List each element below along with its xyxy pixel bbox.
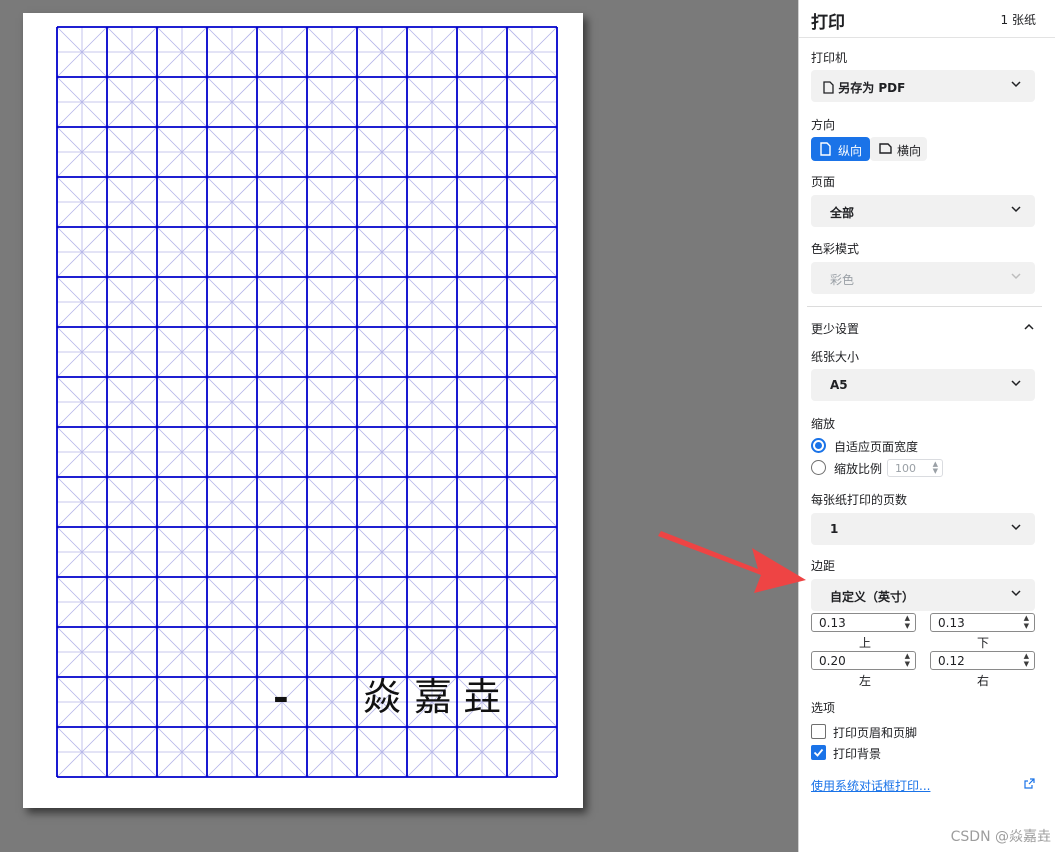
paper-text-char-1: 焱 [363, 675, 402, 719]
options-label: 选项 [811, 701, 836, 715]
fit-width-radio[interactable] [811, 438, 826, 453]
document-icon [823, 81, 834, 94]
scale-label: 缩放 [811, 417, 836, 431]
pages-per-sheet-value: 1 [830, 522, 839, 536]
portrait-label: 纵向 [838, 144, 863, 158]
paper-size-label: 纸张大小 [811, 350, 860, 364]
print-preview-area: - 焱 嘉 垚 [0, 0, 798, 852]
margin-bottom-input[interactable]: 0.13 ▲ ▼ [930, 613, 1035, 632]
margin-left-value: 0.20 [819, 654, 846, 668]
portrait-page-icon [820, 142, 831, 156]
pages-label: 页面 [811, 175, 836, 189]
pages-select[interactable]: 全部 [811, 195, 1035, 227]
chevron-down-icon [1011, 590, 1021, 597]
header-divider [799, 37, 1055, 38]
landscape-label: 横向 [897, 144, 922, 158]
background-checkbox[interactable] [811, 745, 826, 760]
paper-text-dash: - [273, 674, 289, 719]
sheet-count: 1 张纸 [1000, 13, 1036, 27]
printer-value: 另存为 PDF [838, 81, 906, 95]
orientation-landscape-button[interactable]: 横向 [870, 137, 927, 161]
custom-scale-label: 缩放比例 [834, 462, 883, 476]
margins-value: 自定义（英寸） [830, 590, 915, 604]
printer-select[interactable]: 另存为 PDF [811, 70, 1035, 102]
paper-size-select[interactable]: A5 [811, 369, 1035, 401]
margin-top-value: 0.13 [819, 616, 846, 630]
paper-preview: - 焱 嘉 垚 [23, 13, 583, 808]
paper-size-value: A5 [830, 378, 848, 392]
checkmark-icon [813, 748, 824, 757]
spinner-arrows-icon: ▲ ▼ [904, 652, 910, 668]
margin-right-value: 0.12 [938, 654, 965, 668]
color-mode-label: 色彩模式 [811, 242, 860, 256]
open-external-icon[interactable] [1024, 778, 1035, 789]
print-title: 打印 [811, 13, 845, 33]
headers-footers-checkbox[interactable] [811, 724, 826, 739]
rice-grid [56, 26, 558, 778]
fit-width-label: 自适应页面宽度 [834, 440, 919, 454]
chevron-down-icon [1011, 524, 1021, 531]
margin-left-input[interactable]: 0.20 ▲ ▼ [811, 651, 916, 670]
csdn-watermark: CSDN @焱嘉垚 [950, 829, 1051, 845]
color-mode-value: 彩色 [830, 273, 855, 287]
print-settings-sidebar: 打印 1 张纸 打印机 另存为 PDF 方向 纵向 横向 页面 全部 色彩模式 … [798, 0, 1055, 852]
system-dialog-link[interactable]: 使用系统对话框打印... [811, 777, 930, 794]
chevron-down-icon [1011, 81, 1021, 88]
paper-text-char-3: 垚 [463, 675, 502, 719]
spinner-arrows-icon: ▲ ▼ [1023, 652, 1029, 668]
margin-top-label: 上 [859, 636, 872, 650]
headers-footers-label: 打印页眉和页脚 [833, 726, 918, 740]
margin-right-label: 右 [977, 674, 990, 688]
less-settings-toggle[interactable]: 更少设置 [811, 320, 859, 337]
color-mode-select[interactable]: 彩色 [811, 262, 1035, 294]
scale-percent-value: 100 [895, 462, 916, 475]
orientation-label: 方向 [811, 118, 836, 132]
margins-select[interactable]: 自定义（英寸） [811, 579, 1035, 611]
scale-percent-input[interactable]: 100 ▲ ▼ [887, 459, 943, 477]
chevron-up-icon[interactable] [1024, 323, 1034, 330]
margin-bottom-value: 0.13 [938, 616, 965, 630]
background-label: 打印背景 [833, 747, 882, 761]
margin-top-input[interactable]: 0.13 ▲ ▼ [811, 613, 916, 632]
margins-label: 边距 [811, 559, 836, 573]
margin-right-input[interactable]: 0.12 ▲ ▼ [930, 651, 1035, 670]
spinner-arrows-icon: ▲ ▼ [1023, 614, 1029, 630]
spinner-arrows-icon: ▲ ▼ [932, 460, 938, 475]
chevron-down-icon [1011, 380, 1021, 387]
chevron-down-icon [1011, 273, 1021, 280]
margin-bottom-label: 下 [977, 636, 990, 650]
chevron-down-icon [1011, 206, 1021, 213]
spinner-arrows-icon: ▲ ▼ [904, 614, 910, 630]
pages-per-sheet-select[interactable]: 1 [811, 513, 1035, 545]
custom-scale-radio[interactable] [811, 460, 826, 475]
margin-left-label: 左 [859, 674, 872, 688]
pages-per-sheet-label: 每张纸打印的页数 [811, 493, 908, 507]
paper-text-char-2: 嘉 [414, 675, 453, 719]
section-divider [807, 306, 1042, 307]
printer-label: 打印机 [811, 51, 848, 65]
landscape-page-icon [879, 143, 892, 154]
pages-value: 全部 [830, 206, 855, 220]
orientation-portrait-button[interactable]: 纵向 [811, 137, 870, 161]
